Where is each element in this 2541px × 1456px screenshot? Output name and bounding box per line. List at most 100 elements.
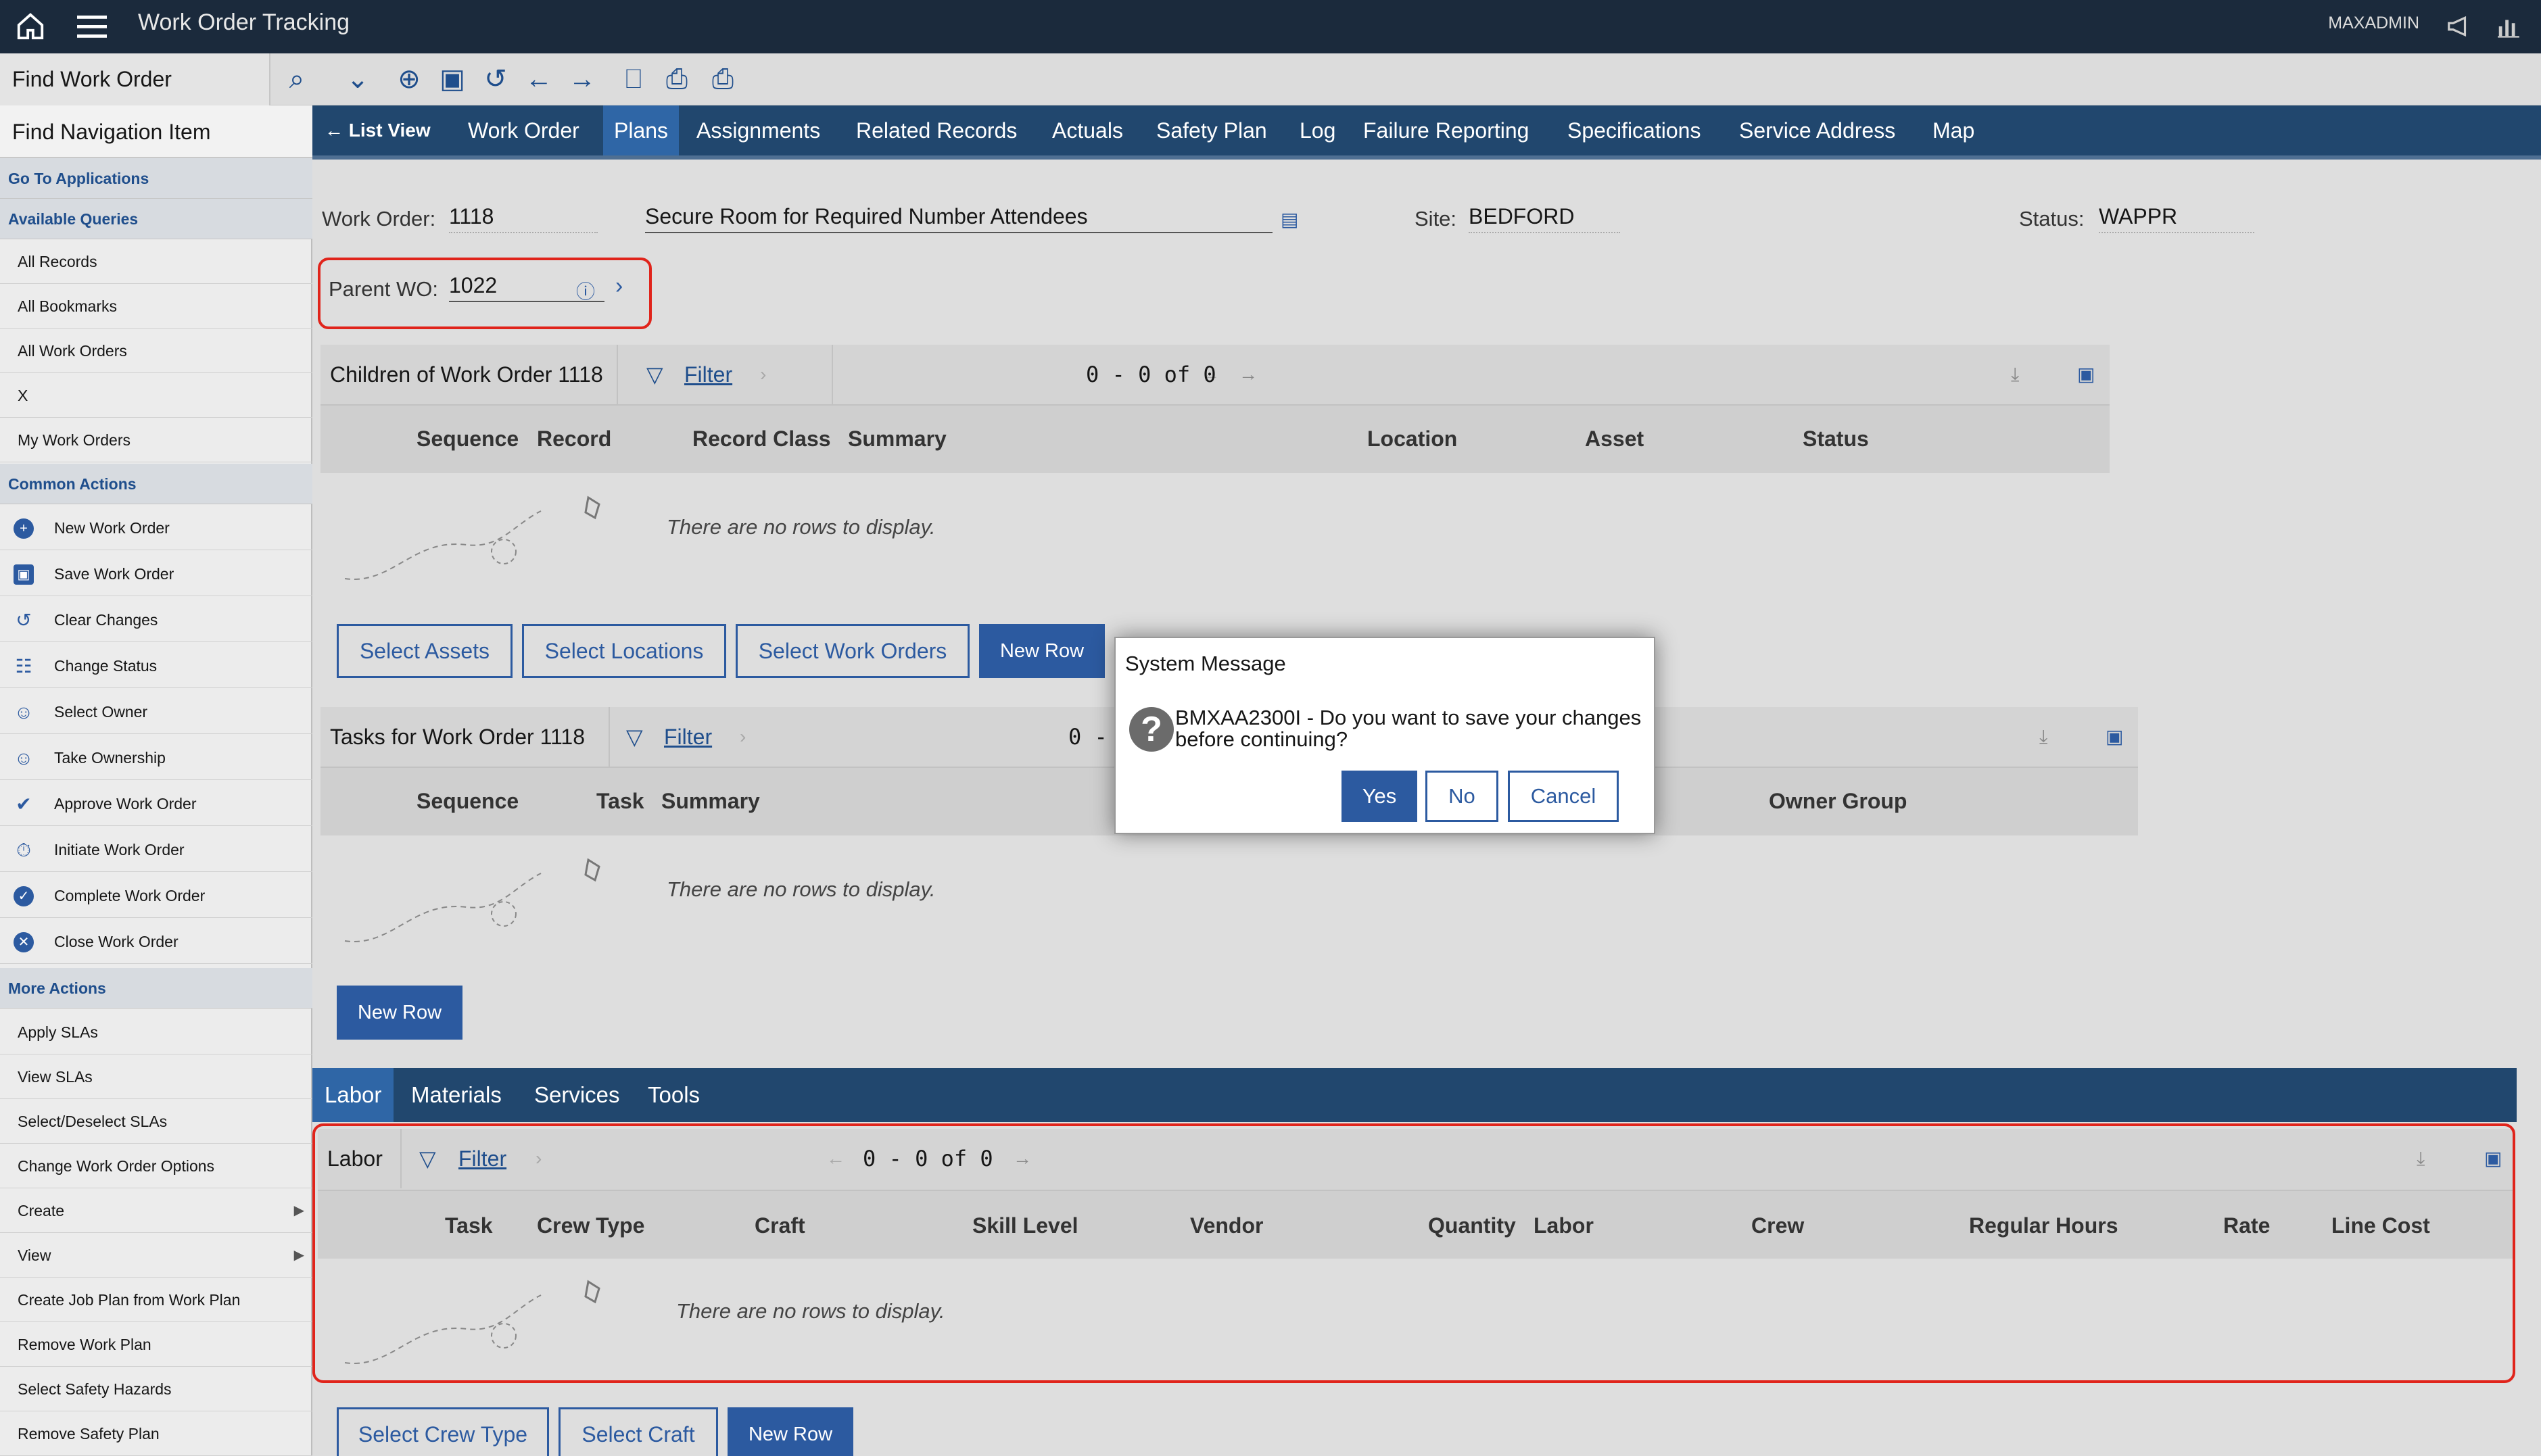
query-item[interactable]: X	[0, 373, 312, 418]
action-select-deselect-slas[interactable]: Select/Deselect SLAs	[0, 1099, 312, 1144]
customize-table-icon[interactable]: ▣	[2106, 707, 2123, 767]
tasks-new-row-button[interactable]: New Row	[337, 986, 462, 1040]
subtab-tools[interactable]: Tools	[648, 1068, 700, 1122]
action-remove-work-plan[interactable]: Remove Work Plan	[0, 1322, 312, 1367]
work-order-field[interactable]: 1118	[449, 204, 598, 233]
column-header[interactable]: Location	[1367, 410, 1457, 468]
action-apply-slas[interactable]: Apply SLAs	[0, 1010, 312, 1054]
tab-service-address[interactable]: Service Address	[1739, 105, 1895, 155]
find-navigation-item[interactable]: Find Navigation Item	[0, 105, 312, 158]
filter-icon[interactable]: ▽	[646, 345, 663, 404]
available-queries-header[interactable]: Available Queries	[0, 199, 312, 239]
go-to-applications[interactable]: Go To Applications	[0, 158, 312, 199]
action-create[interactable]: Create ▶	[0, 1188, 312, 1233]
save-icon[interactable]: ▣	[435, 62, 469, 96]
chevron-right-icon[interactable]: ›	[760, 345, 766, 404]
announcement-icon[interactable]	[2445, 14, 2472, 39]
column-header[interactable]: Task	[596, 772, 644, 830]
new-record-icon[interactable]: ⊕	[392, 62, 426, 96]
select-assets-button[interactable]: Select Assets	[337, 624, 513, 678]
select-locations-button[interactable]: Select Locations	[522, 624, 726, 678]
query-item[interactable]: All Work Orders	[0, 329, 312, 373]
action-select-safety-hazards[interactable]: Select Safety Hazards	[0, 1367, 312, 1411]
action-clear-changes[interactable]: ↺ Clear Changes	[0, 598, 312, 642]
tab-plans[interactable]: Plans	[603, 105, 680, 155]
undo-icon[interactable]: ↺	[479, 62, 513, 96]
tab-log[interactable]: Log	[1300, 105, 1335, 155]
tab-actuals[interactable]: Actuals	[1052, 105, 1123, 155]
print-icon[interactable]: ⎙	[660, 62, 694, 96]
action-new-work-order[interactable]: + New Work Order	[0, 506, 312, 550]
status-field[interactable]: WAPPR	[2099, 204, 2254, 233]
query-item[interactable]: All Bookmarks	[0, 284, 312, 329]
action-initiate-work-order[interactable]: ⏱ Initiate Work Order	[0, 827, 312, 872]
column-header[interactable]: Sequence	[417, 772, 519, 830]
select-crew-type-button[interactable]: Select Crew Type	[337, 1407, 549, 1456]
action-save-work-order[interactable]: ▣ Save Work Order	[0, 552, 312, 596]
labor-new-row-button[interactable]: New Row	[728, 1407, 853, 1456]
action-change-wo-options[interactable]: Change Work Order Options	[0, 1144, 312, 1188]
download-icon[interactable]: ⤓	[2011, 345, 2019, 404]
query-item[interactable]: My Work Orders	[0, 418, 312, 462]
chevron-down-icon[interactable]: ⌄	[341, 62, 375, 96]
customize-table-icon[interactable]: ▣	[2077, 345, 2095, 404]
tab-related-records[interactable]: Related Records	[856, 105, 1017, 155]
action-create-job-plan[interactable]: Create Job Plan from Work Plan	[0, 1278, 312, 1322]
subtab-services[interactable]: Services	[534, 1068, 620, 1122]
tab-safety-plan[interactable]: Safety Plan	[1156, 105, 1267, 155]
column-header[interactable]: Asset	[1585, 410, 1644, 468]
tab-map[interactable]: Map	[1932, 105, 1974, 155]
more-actions-header[interactable]: More Actions	[0, 968, 312, 1009]
site-field[interactable]: BEDFORD	[1469, 204, 1620, 233]
print-attachments-icon[interactable]: ⎙	[706, 62, 740, 96]
action-select-owner[interactable]: ☺ Select Owner	[0, 689, 312, 734]
find-work-order-input[interactable]: Find Work Order	[0, 53, 270, 105]
select-craft-button[interactable]: Select Craft	[559, 1407, 718, 1456]
tab-work-order[interactable]: Work Order	[468, 105, 579, 155]
chevron-right-icon[interactable]: ›	[740, 707, 746, 767]
document-icon[interactable]: ⎕	[617, 62, 650, 96]
action-view-slas[interactable]: View SLAs	[0, 1054, 312, 1099]
tab-failure-reporting[interactable]: Failure Reporting	[1363, 105, 1529, 155]
column-header[interactable]: Summary	[661, 772, 760, 830]
description-field[interactable]: Secure Room for Required Number Attendee…	[645, 204, 1273, 233]
subtab-materials[interactable]: Materials	[411, 1068, 502, 1122]
next-icon[interactable]: →	[565, 62, 599, 96]
user-name[interactable]: MAXADMIN	[2328, 14, 2419, 33]
column-header[interactable]: Summary	[848, 410, 947, 468]
column-header[interactable]: Record Class	[692, 410, 831, 468]
column-header[interactable]: Status	[1803, 410, 1869, 468]
column-header[interactable]: Sequence	[417, 410, 519, 468]
list-view-link[interactable]: ← List View	[325, 105, 431, 155]
cancel-button[interactable]: Cancel	[1508, 771, 1619, 822]
next-page-icon[interactable]: →	[1239, 345, 1258, 404]
filter-link[interactable]: Filter	[684, 345, 732, 404]
common-actions-header[interactable]: Common Actions	[0, 464, 312, 504]
previous-icon[interactable]: ←	[522, 62, 556, 96]
hamburger-menu-icon[interactable]	[76, 12, 108, 41]
subtab-labor[interactable]: Labor	[312, 1068, 394, 1122]
tab-specifications[interactable]: Specifications	[1567, 105, 1701, 155]
search-icon[interactable]: ⌕	[280, 62, 314, 96]
query-item[interactable]: All Records	[0, 239, 312, 284]
select-work-orders-button[interactable]: Select Work Orders	[736, 624, 970, 678]
column-header[interactable]: Record	[537, 410, 611, 468]
action-complete-work-order[interactable]: ✓ Complete Work Order	[0, 873, 312, 918]
filter-link[interactable]: Filter	[664, 707, 712, 767]
action-remove-safety-plan[interactable]: Remove Safety Plan	[0, 1411, 312, 1456]
action-view[interactable]: View ▶	[0, 1233, 312, 1278]
tab-assignments[interactable]: Assignments	[696, 105, 820, 155]
action-approve-work-order[interactable]: ✔ Approve Work Order	[0, 781, 312, 826]
download-icon[interactable]: ⤓	[2039, 707, 2047, 767]
action-change-status[interactable]: ☷ Change Status	[0, 644, 312, 688]
yes-button[interactable]: Yes	[1341, 771, 1417, 822]
chart-icon[interactable]	[2495, 14, 2522, 39]
long-description-icon[interactable]: ▤	[1281, 208, 1298, 230]
action-close-work-order[interactable]: ✕ Close Work Order	[0, 919, 312, 964]
children-new-row-button[interactable]: New Row	[979, 624, 1105, 678]
no-button[interactable]: No	[1425, 771, 1498, 822]
home-icon[interactable]	[15, 11, 46, 42]
column-header[interactable]: Owner Group	[1769, 772, 1907, 830]
filter-icon[interactable]: ▽	[626, 707, 643, 767]
action-take-ownership[interactable]: ☺ Take Ownership	[0, 735, 312, 780]
